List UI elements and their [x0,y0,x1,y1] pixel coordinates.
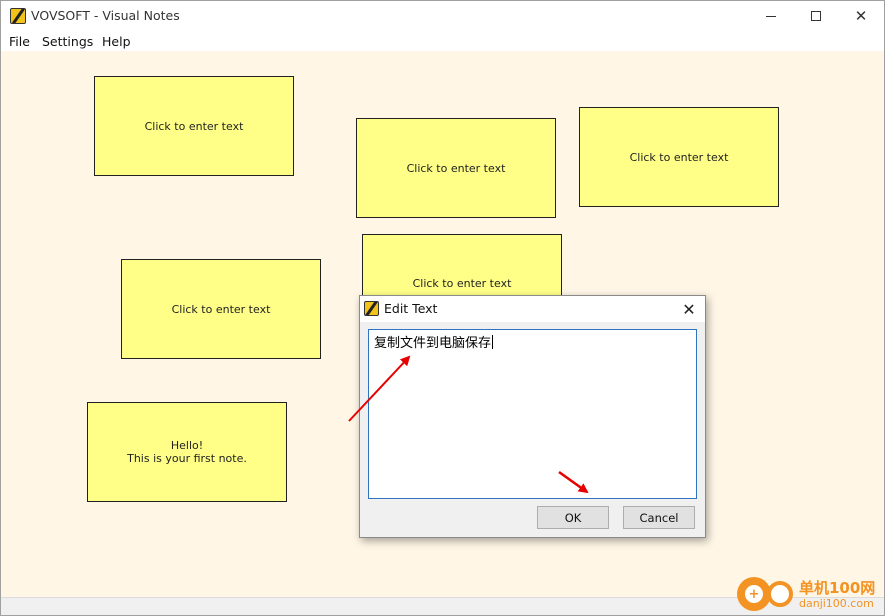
watermark-logo-icon: + [737,577,771,611]
text-caret [492,335,494,349]
note-text-value: 复制文件到电脑保存 [374,336,492,351]
maximize-button[interactable] [793,1,839,31]
watermark-text: 单机100网 [799,579,876,597]
menu-settings[interactable]: Settings [42,34,93,49]
close-button[interactable]: ✕ [838,1,884,31]
dialog-title: Edit Text [384,301,438,316]
maximize-icon [811,11,821,21]
app-pen-icon [10,8,26,24]
menu-help[interactable]: Help [102,34,131,49]
watermark-ring-icon [767,581,793,607]
watermark: + 单机100网 danji100.com [735,575,885,616]
note-text-area[interactable]: 复制文件到电脑保存 [368,329,697,499]
cancel-button[interactable]: Cancel [623,506,695,529]
note-3[interactable]: Click to enter text [579,107,779,207]
menu-file[interactable]: File [9,34,30,49]
minimize-icon [766,15,776,17]
dialog-close-icon[interactable]: ✕ [673,296,705,322]
watermark-url: danji100.com [799,597,874,610]
note-2[interactable]: Click to enter text [356,118,556,218]
minimize-button[interactable] [748,1,794,31]
note-6[interactable]: Hello! This is your first note. [87,402,287,502]
ok-button[interactable]: OK [537,506,609,529]
dialog-pen-icon [364,301,379,316]
note-1[interactable]: Click to enter text [94,76,294,176]
dialog-title-bar[interactable]: Edit Text ✕ [360,296,705,322]
close-icon: ✕ [854,6,868,25]
title-bar[interactable]: VOVSOFT - Visual Notes ✕ [1,1,884,31]
window-title: VOVSOFT - Visual Notes [31,8,180,23]
note-5[interactable]: Click to enter text [121,259,321,359]
edit-text-dialog: Edit Text ✕ 复制文件到电脑保存 OK Cancel [359,295,706,538]
menu-bar: File Settings Help [1,31,884,51]
